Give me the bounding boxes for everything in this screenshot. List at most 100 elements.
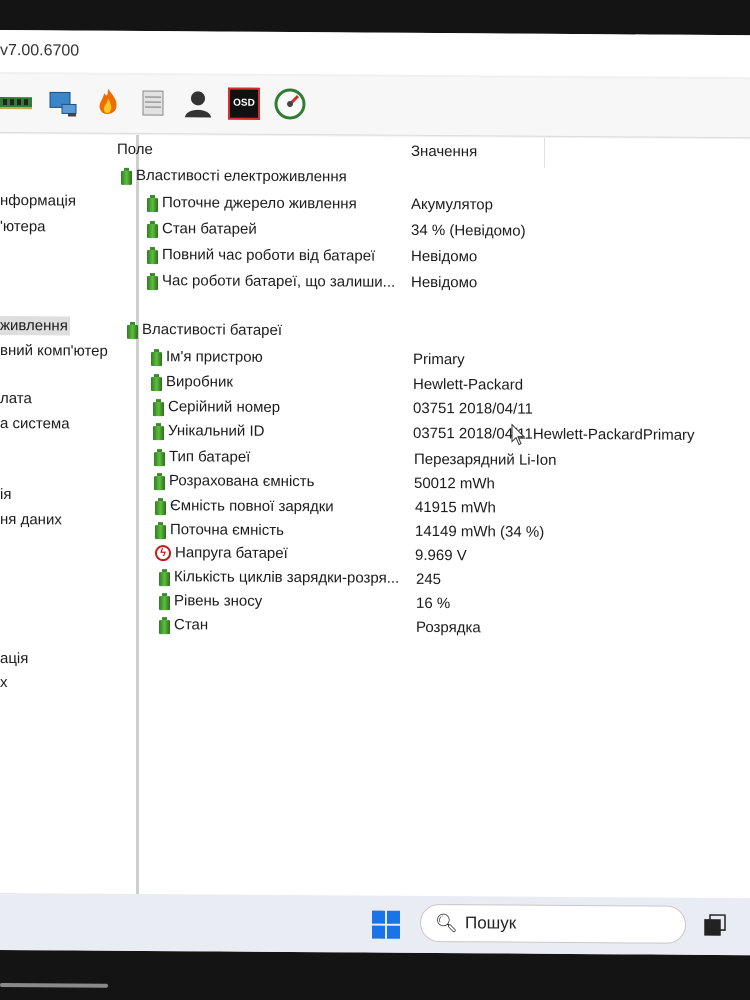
column-header-value[interactable]: Значення	[411, 137, 477, 167]
osd-icon[interactable]: OSD	[228, 87, 260, 120]
group-title: Властивості електроживлення	[136, 166, 347, 186]
field-value: Розрядка	[416, 618, 481, 637]
battery-icon	[155, 498, 166, 515]
field-value: 41915 mWh	[415, 498, 496, 517]
field-label: Напруга батареї	[175, 544, 288, 563]
search-label: Пошук	[465, 913, 517, 933]
field-label: Розрахована ємність	[169, 472, 315, 491]
field-value: 16 %	[416, 594, 451, 613]
table-row[interactable]: Поточне джерело живлення	[147, 192, 357, 215]
screen: v7.00.6700 OSD нформація 'ютера живлення…	[0, 30, 750, 988]
table-row[interactable]: Повний час роботи від батареї	[147, 244, 375, 268]
field-label: Стан	[174, 616, 209, 634]
battery-icon	[151, 349, 162, 366]
field-value: 245	[416, 570, 442, 589]
nav-item-information[interactable]: нформація	[0, 192, 76, 210]
group-title: Властивості батареї	[142, 320, 283, 339]
table-row[interactable]: Унікальний ID	[153, 420, 264, 443]
navigation-tree: нформація 'ютера живлення вний комп'ютер…	[0, 134, 138, 988]
battery-icon	[127, 321, 138, 338]
battery-icon	[153, 399, 164, 416]
field-value: 9.969 V	[415, 546, 467, 565]
window-title: v7.00.6700	[0, 42, 80, 60]
user-icon[interactable]	[182, 87, 214, 119]
field-label: Час роботи батареї, що залиши...	[162, 272, 396, 291]
field-value: 14149 mWh (34 %)	[415, 522, 545, 541]
field-value: Невідомо	[411, 247, 478, 266]
nav-item-power-management[interactable]: живлення	[0, 316, 70, 336]
horizontal-scrollbar[interactable]	[0, 983, 108, 988]
table-row[interactable]: Ім'я пристрою	[151, 346, 263, 369]
nav-item-motherboard[interactable]: лата	[0, 390, 32, 407]
battery-icon	[121, 167, 132, 184]
table-row[interactable]: Ємність повної зарядки	[155, 495, 334, 518]
memory-icon[interactable]	[0, 86, 32, 118]
field-value: Акумулятор	[411, 195, 493, 214]
taskbar: 🔍︎ Пошук	[0, 893, 750, 956]
voltage-icon: ϟ	[155, 545, 171, 562]
field-label: Ім'я пристрою	[166, 348, 263, 366]
network-icon[interactable]	[48, 86, 80, 118]
field-value: Primary	[413, 350, 465, 369]
group-battery-properties[interactable]: Властивості батареї	[127, 321, 282, 340]
nav-item-portable-computer[interactable]: вний комп'ютер	[0, 342, 108, 360]
server-icon[interactable]	[137, 87, 169, 119]
nav-item-configuration[interactable]: ація	[0, 650, 28, 667]
field-label: Кількість циклів зарядки-розря...	[174, 568, 400, 587]
field-value: Невідомо	[411, 273, 478, 292]
taskbar-search[interactable]: 🔍︎ Пошук	[420, 903, 686, 944]
group-power-properties[interactable]: Властивості електроживлення	[121, 167, 347, 186]
battery-icon	[147, 221, 158, 238]
battery-icon	[159, 569, 170, 586]
field-value: Перезарядний Li-Ion	[414, 450, 557, 469]
field-label: Рівень зносу	[174, 592, 263, 610]
nav-item-operating-system[interactable]: а система	[0, 415, 70, 432]
field-value: 50012 mWh	[414, 474, 495, 493]
battery-icon	[154, 449, 165, 466]
battery-icon	[147, 273, 158, 290]
table-row[interactable]: ϟ Напруга батареї	[155, 542, 288, 565]
windows-start-icon[interactable]	[372, 910, 400, 939]
battery-icon	[155, 522, 166, 539]
field-label: Стан батарей	[162, 220, 257, 238]
field-label: Ємність повної зарядки	[170, 497, 334, 516]
nav-item-multimedia[interactable]: ія	[0, 486, 11, 503]
table-row[interactable]: Серійний номер	[153, 396, 280, 419]
title-bar: v7.00.6700	[0, 30, 750, 78]
table-row[interactable]: Виробник	[151, 371, 233, 394]
field-label: Поточна ємність	[170, 521, 284, 539]
battery-icon	[153, 423, 164, 440]
table-row[interactable]: Рівень зносу	[159, 590, 262, 613]
table-row[interactable]: Час роботи батареї, що залиши...	[147, 270, 395, 294]
search-icon: 🔍︎	[435, 913, 458, 934]
battery-icon	[147, 195, 158, 212]
nav-item-benchmarks[interactable]: х	[0, 674, 8, 691]
table-row[interactable]: Стан батарей	[147, 218, 257, 241]
gauge-icon[interactable]	[274, 88, 306, 120]
details-table: Поле Значення Властивості електроживленн…	[117, 134, 750, 900]
toolbar: OSD	[0, 74, 750, 139]
column-divider[interactable]	[544, 137, 545, 168]
nav-item-computer[interactable]: 'ютера	[0, 218, 46, 235]
field-label: Повний час роботи від батареї	[162, 246, 376, 265]
osd-label: OSD	[233, 97, 255, 109]
flame-icon[interactable]	[92, 87, 124, 119]
column-header-field[interactable]: Поле	[117, 135, 153, 165]
field-value: 03751 2018/04/11	[413, 399, 533, 418]
battery-icon	[154, 473, 165, 490]
table-row[interactable]: Кількість циклів зарядки-розря...	[159, 566, 399, 590]
table-row[interactable]: Тип батареї	[154, 446, 250, 469]
table-row[interactable]: Розрахована ємність	[154, 470, 314, 493]
nav-item-data-storage[interactable]: ня даних	[0, 511, 62, 528]
battery-icon	[159, 617, 170, 634]
table-row[interactable]: Стан	[159, 614, 208, 636]
task-view-icon[interactable]	[704, 914, 726, 936]
field-label: Поточне джерело живлення	[162, 194, 357, 213]
battery-icon	[159, 593, 170, 610]
battery-icon	[151, 374, 162, 391]
battery-icon	[147, 247, 158, 264]
field-label: Серійний номер	[168, 398, 281, 416]
field-value: Hewlett-Packard	[413, 375, 524, 394]
field-value: 03751 2018/04/11Hewlett-PackardPrimary	[413, 424, 695, 444]
table-row[interactable]: Поточна ємність	[155, 519, 284, 542]
